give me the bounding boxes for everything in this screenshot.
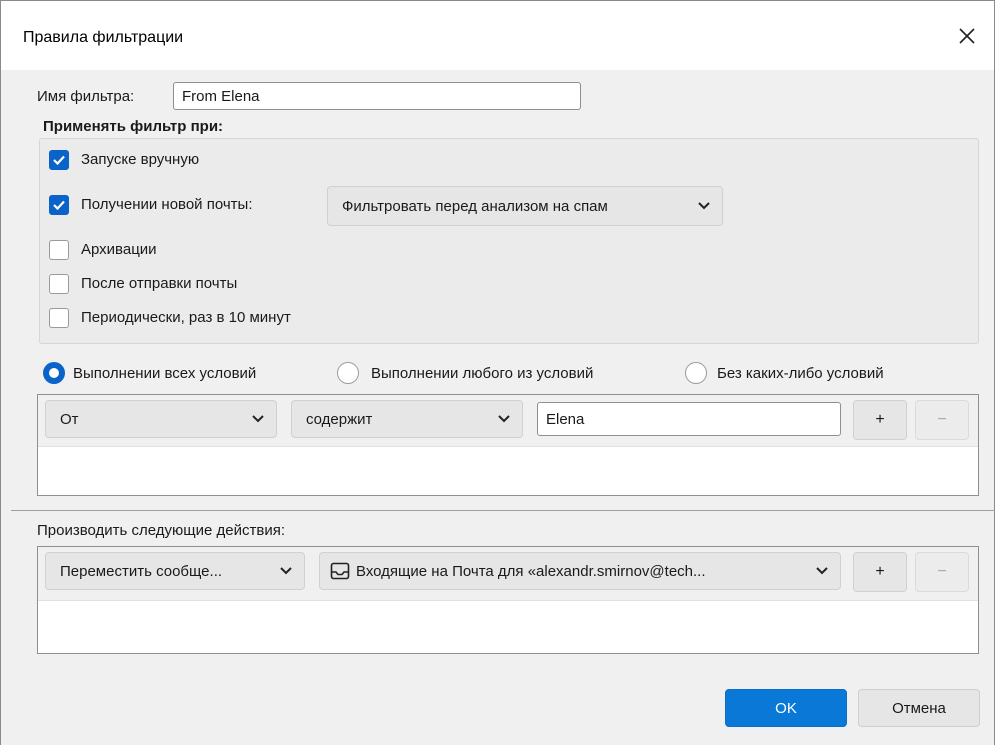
window-title: Правила фильтрации <box>23 29 184 46</box>
periodic-label: Периодически, раз в 10 минут <box>81 309 291 326</box>
condition-field-value: От <box>60 410 79 428</box>
action-type-dropdown[interactable]: Переместить сообще... <box>45 552 305 590</box>
filter-name-label: Имя фильтра: <box>37 88 135 105</box>
condition-value-input[interactable] <box>537 402 841 436</box>
filter-rules-dialog: Правила фильтрации Имя фильтра: Применят… <box>0 0 995 745</box>
section-divider <box>11 510 995 511</box>
close-icon[interactable] <box>952 21 982 51</box>
spam-timing-dropdown[interactable]: Фильтровать перед анализом на спам <box>327 186 723 226</box>
action-target-dropdown[interactable]: Входящие на Почта для «alexandr.smirnov@… <box>319 552 841 590</box>
add-condition-button[interactable]: + <box>853 400 907 440</box>
filter-name-input[interactable] <box>173 82 581 110</box>
archive-label: Архивации <box>81 241 157 258</box>
archive-checkbox[interactable] <box>49 240 69 260</box>
title-bar: Правила фильтрации <box>1 0 994 70</box>
spam-timing-value: Фильтровать перед анализом на спам <box>342 197 608 215</box>
add-action-button[interactable]: + <box>853 552 907 592</box>
after-send-label: После отправки почты <box>81 275 238 292</box>
new-mail-label: Получении новой почты: <box>81 196 253 213</box>
no-conditions-label: Без каких-либо условий <box>717 365 884 382</box>
action-type-value: Переместить сообще... <box>60 562 223 580</box>
new-mail-checkbox[interactable] <box>49 195 69 215</box>
manual-run-label: Запуске вручную <box>81 151 200 168</box>
condition-operator-dropdown[interactable]: содержит <box>291 400 523 438</box>
ok-button[interactable]: OK <box>725 689 847 727</box>
periodic-checkbox[interactable] <box>49 308 69 328</box>
action-target-value: Входящие на Почта для «alexandr.smirnov@… <box>356 562 706 580</box>
cancel-button[interactable]: Отмена <box>858 689 980 727</box>
chevron-down-icon <box>816 567 828 575</box>
chevron-down-icon <box>498 415 510 423</box>
apply-group-heading: Применять фильтр при: <box>43 118 224 135</box>
manual-run-checkbox[interactable] <box>49 150 69 170</box>
match-all-radio[interactable] <box>43 362 65 384</box>
match-any-label: Выполнении любого из условий <box>371 365 594 382</box>
match-any-radio[interactable] <box>337 362 359 384</box>
after-send-checkbox[interactable] <box>49 274 69 294</box>
chevron-down-icon <box>252 415 264 423</box>
remove-condition-button[interactable]: − <box>915 400 969 440</box>
match-all-label: Выполнении всех условий <box>73 365 257 382</box>
no-conditions-radio[interactable] <box>685 362 707 384</box>
inbox-icon <box>330 562 350 580</box>
actions-heading: Производить следующие действия: <box>37 522 285 539</box>
chevron-down-icon <box>698 202 710 210</box>
chevron-down-icon <box>280 567 292 575</box>
condition-operator-value: содержит <box>306 410 373 428</box>
condition-field-dropdown[interactable]: От <box>45 400 277 438</box>
remove-action-button[interactable]: − <box>915 552 969 592</box>
